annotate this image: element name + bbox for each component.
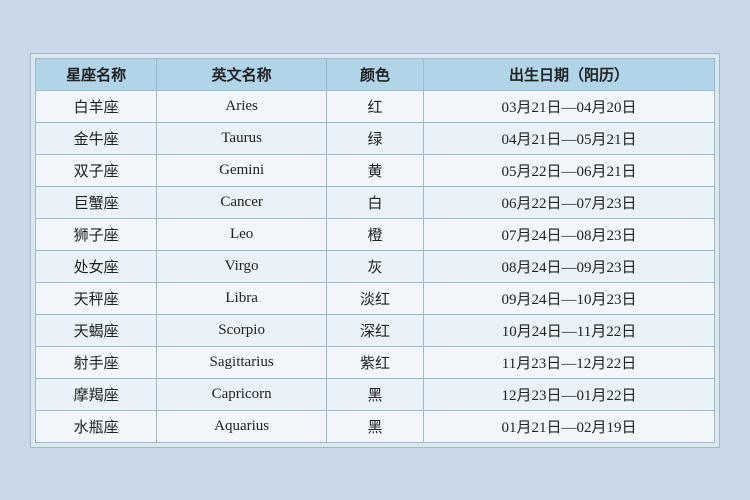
cell-chinese-name: 巨蟹座 [36,186,157,218]
cell-english-name: Libra [157,282,327,314]
cell-english-name: Scorpio [157,314,327,346]
table-row: 处女座Virgo灰08月24日—09月23日 [36,250,715,282]
cell-dates: 06月22日—07月23日 [424,186,715,218]
header-color: 颜色 [327,58,424,90]
cell-color: 黄 [327,154,424,186]
table-row: 双子座Gemini黄05月22日—06月21日 [36,154,715,186]
cell-chinese-name: 天秤座 [36,282,157,314]
cell-color: 黑 [327,378,424,410]
cell-dates: 07月24日—08月23日 [424,218,715,250]
cell-chinese-name: 金牛座 [36,122,157,154]
cell-english-name: Gemini [157,154,327,186]
cell-english-name: Sagittarius [157,346,327,378]
cell-english-name: Capricorn [157,378,327,410]
header-chinese-name: 星座名称 [36,58,157,90]
cell-chinese-name: 水瓶座 [36,410,157,442]
cell-chinese-name: 天蝎座 [36,314,157,346]
cell-english-name: Cancer [157,186,327,218]
cell-dates: 01月21日—02月19日 [424,410,715,442]
table-row: 天秤座Libra淡红09月24日—10月23日 [36,282,715,314]
cell-color: 紫红 [327,346,424,378]
cell-dates: 12月23日—01月22日 [424,378,715,410]
cell-dates: 04月21日—05月21日 [424,122,715,154]
cell-dates: 08月24日—09月23日 [424,250,715,282]
cell-color: 灰 [327,250,424,282]
cell-color: 红 [327,90,424,122]
cell-dates: 11月23日—12月22日 [424,346,715,378]
table-row: 水瓶座Aquarius黑01月21日—02月19日 [36,410,715,442]
cell-color: 深红 [327,314,424,346]
table-row: 白羊座Aries红03月21日—04月20日 [36,90,715,122]
cell-chinese-name: 白羊座 [36,90,157,122]
cell-dates: 09月24日—10月23日 [424,282,715,314]
cell-english-name: Aquarius [157,410,327,442]
cell-color: 橙 [327,218,424,250]
zodiac-table-container: 星座名称 英文名称 颜色 出生日期（阳历） 白羊座Aries红03月21日—04… [30,53,720,448]
cell-chinese-name: 狮子座 [36,218,157,250]
cell-english-name: Virgo [157,250,327,282]
cell-color: 淡红 [327,282,424,314]
table-row: 射手座Sagittarius紫红11月23日—12月22日 [36,346,715,378]
table-row: 狮子座Leo橙07月24日—08月23日 [36,218,715,250]
zodiac-table: 星座名称 英文名称 颜色 出生日期（阳历） 白羊座Aries红03月21日—04… [35,58,715,443]
table-row: 天蝎座Scorpio深红10月24日—11月22日 [36,314,715,346]
cell-english-name: Taurus [157,122,327,154]
cell-chinese-name: 射手座 [36,346,157,378]
cell-color: 绿 [327,122,424,154]
table-row: 巨蟹座Cancer白06月22日—07月23日 [36,186,715,218]
table-header-row: 星座名称 英文名称 颜色 出生日期（阳历） [36,58,715,90]
cell-english-name: Leo [157,218,327,250]
cell-color: 白 [327,186,424,218]
cell-chinese-name: 处女座 [36,250,157,282]
header-dates: 出生日期（阳历） [424,58,715,90]
header-english-name: 英文名称 [157,58,327,90]
cell-chinese-name: 摩羯座 [36,378,157,410]
table-row: 金牛座Taurus绿04月21日—05月21日 [36,122,715,154]
cell-dates: 03月21日—04月20日 [424,90,715,122]
cell-dates: 05月22日—06月21日 [424,154,715,186]
cell-english-name: Aries [157,90,327,122]
table-row: 摩羯座Capricorn黑12月23日—01月22日 [36,378,715,410]
cell-chinese-name: 双子座 [36,154,157,186]
cell-dates: 10月24日—11月22日 [424,314,715,346]
cell-color: 黑 [327,410,424,442]
